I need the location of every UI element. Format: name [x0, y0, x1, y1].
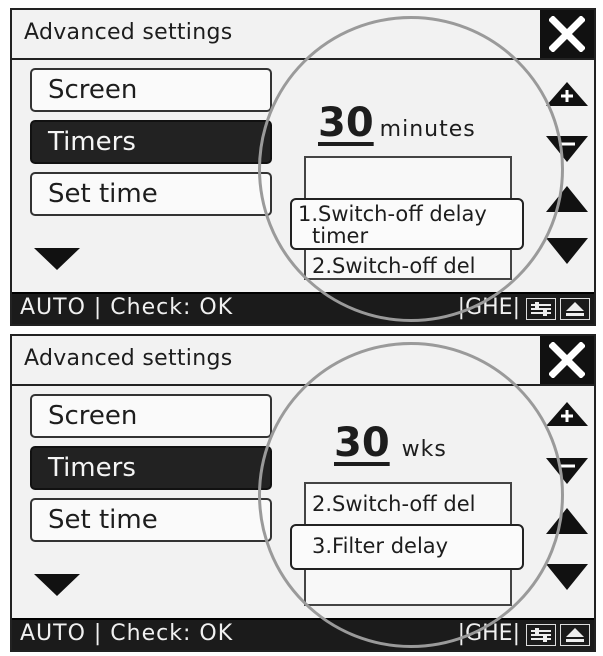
- menu-screen-button[interactable]: Screen: [30, 68, 272, 112]
- value-number: 30: [318, 100, 374, 146]
- popup-line-2: timer: [312, 224, 369, 248]
- value-display: 30 wks: [334, 420, 447, 466]
- panel-title: Advanced settings: [24, 20, 233, 45]
- popup-line-1: 1.Switch-off delay: [298, 202, 487, 226]
- sliders-icon[interactable]: [526, 298, 556, 320]
- selected-item-popup[interactable]: 3.Filter delay: [290, 524, 524, 570]
- panel-title: Advanced settings: [24, 346, 233, 371]
- status-bar: AUTO | Check: OK |GHE|: [12, 292, 594, 324]
- value-unit: minutes: [379, 117, 476, 142]
- menu-timers-button[interactable]: Timers: [30, 120, 272, 164]
- menu-set-time-button[interactable]: Set time: [30, 498, 272, 542]
- eject-icon[interactable]: [560, 624, 590, 646]
- list-item[interactable]: 2.Switch-off del: [312, 254, 476, 278]
- plus-triangle-icon[interactable]: [544, 78, 590, 118]
- sliders-icon[interactable]: [526, 624, 556, 646]
- value-unit: wks: [401, 437, 447, 462]
- minus-triangle-icon[interactable]: [544, 450, 590, 490]
- arrow-up-icon[interactable]: [544, 180, 590, 220]
- status-text: AUTO | Check: OK: [20, 295, 234, 320]
- close-button[interactable]: [540, 10, 594, 58]
- list-item[interactable]: 2.Switch-off del: [312, 492, 476, 516]
- close-icon: [549, 16, 585, 52]
- settings-panel-1: Advanced settings Screen Timers Set time…: [10, 8, 596, 326]
- menu-timers-button[interactable]: Timers: [30, 446, 272, 490]
- eject-icon[interactable]: [560, 298, 590, 320]
- arrow-up-icon[interactable]: [544, 502, 590, 542]
- value-display: 30 minutes: [318, 100, 476, 146]
- status-code: |GHE|: [457, 621, 520, 646]
- minus-triangle-icon[interactable]: [544, 128, 590, 168]
- scroll-down-icon[interactable]: [34, 248, 80, 270]
- arrow-down-icon[interactable]: [544, 556, 590, 596]
- menu-screen-button[interactable]: Screen: [30, 394, 272, 438]
- title-bar: Advanced settings: [12, 336, 594, 386]
- settings-panel-2: Advanced settings Screen Timers Set time…: [10, 334, 596, 652]
- menu-set-time-button[interactable]: Set time: [30, 172, 272, 216]
- value-number: 30: [334, 420, 390, 466]
- status-bar: AUTO | Check: OK |GHE|: [12, 618, 594, 650]
- arrow-down-icon[interactable]: [544, 230, 590, 270]
- close-icon: [549, 342, 585, 378]
- close-button[interactable]: [540, 336, 594, 384]
- scroll-down-icon[interactable]: [34, 574, 80, 596]
- selected-item-popup[interactable]: 1.Switch-off delay timer: [290, 198, 524, 250]
- title-bar: Advanced settings: [12, 10, 594, 60]
- plus-triangle-icon[interactable]: [544, 398, 590, 438]
- status-code: |GHE|: [457, 295, 520, 320]
- popup-line-1: 3.Filter delay: [312, 534, 449, 558]
- status-text: AUTO | Check: OK: [20, 621, 234, 646]
